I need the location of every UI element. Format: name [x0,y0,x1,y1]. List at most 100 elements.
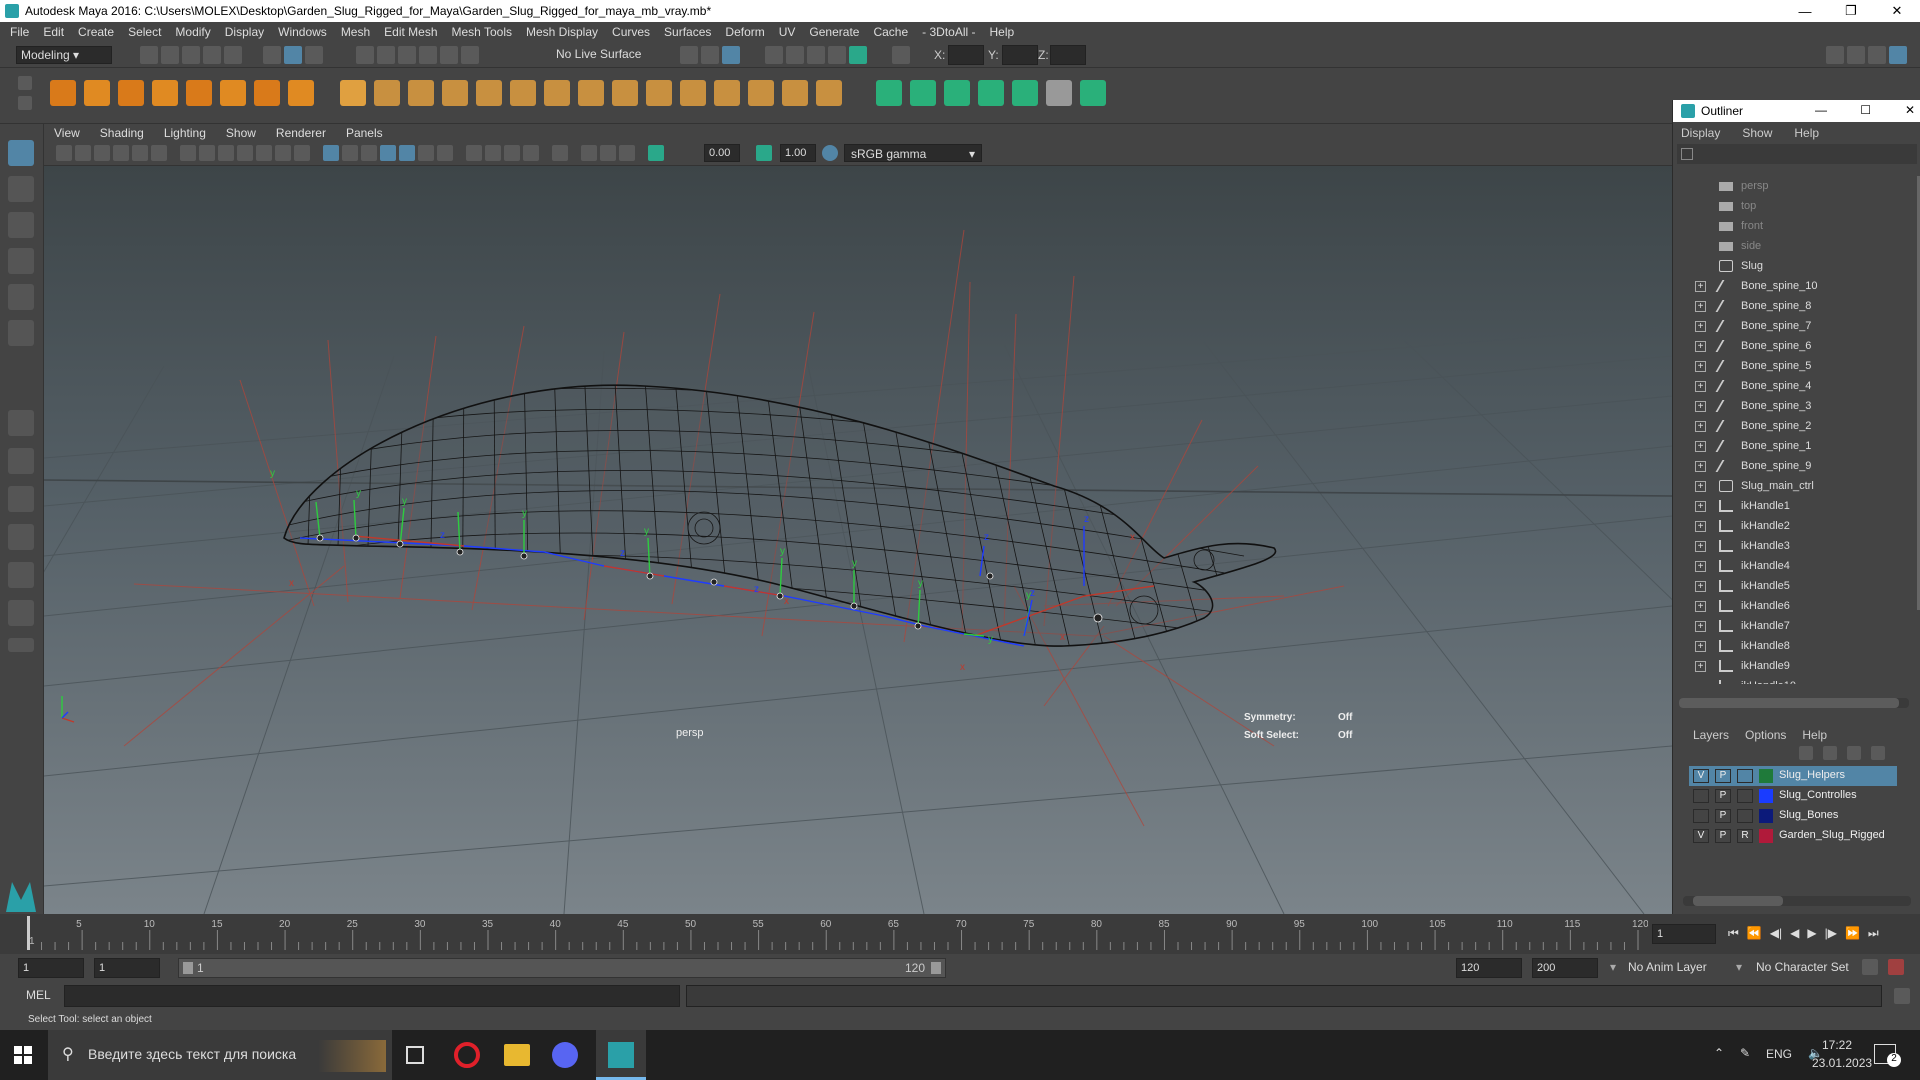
outliner-search-bar[interactable] [1677,144,1917,164]
xray-joints-icon[interactable] [619,145,635,161]
outliner-item[interactable]: + ikHandle7 [1673,616,1911,636]
gamma-icon[interactable] [756,145,772,161]
outliner-item[interactable]: + ikHandle3 [1673,536,1911,556]
poly-cone-icon[interactable] [152,80,178,106]
outliner-item[interactable]: + ikHandle6 [1673,596,1911,616]
merge-icon[interactable] [646,80,672,106]
shelf-menu-icon[interactable] [18,76,32,90]
render-view-icon[interactable] [786,46,804,64]
poly-pyramid-icon[interactable] [254,80,280,106]
outliner-item[interactable]: top [1673,196,1911,216]
select-object-icon[interactable] [284,46,302,64]
outliner-item[interactable]: + Slug_main_ctrl [1673,476,1911,496]
expand-icon[interactable]: + [1695,320,1706,332]
viewport-canvas[interactable]: yyyyyyyyyy zzzzzz xxxxx [44,166,1672,914]
outliner-item[interactable]: + ikHandle4 [1673,556,1911,576]
current-frame-field[interactable]: 1 [1652,924,1716,944]
expand-icon[interactable]: + [1695,460,1706,472]
expand-icon[interactable]: + [1695,660,1706,672]
layer-visibility-toggle[interactable] [1693,789,1709,803]
layer-color-swatch[interactable] [1759,769,1773,783]
poly-sphere-icon[interactable] [50,80,76,106]
poly-pipe-icon[interactable] [288,80,314,106]
uv-editor-icon[interactable] [1012,80,1038,106]
exposure-field[interactable]: 0.00 [704,144,740,162]
modeling-toolkit-icon[interactable] [1826,46,1844,64]
outliner-item[interactable]: ikHandle10 [1673,676,1911,684]
new-layer-selected-icon[interactable] [1871,746,1885,760]
layer-visibility-toggle[interactable] [1693,809,1709,823]
clock-date[interactable]: 23.01.2023 [1812,1056,1872,1070]
menu-select[interactable]: Select [128,25,161,39]
view-transform-dropdown[interactable]: sRGB gamma ▾ [844,144,982,162]
outliner-close-icon[interactable]: ✕ [1905,103,1915,117]
camera-attributes-icon[interactable] [75,145,91,161]
vp-menu-view[interactable]: View [54,126,80,140]
step-forward-frame-icon[interactable]: |▶ [1825,926,1837,941]
menu-cache[interactable]: Cache [873,25,908,39]
windows-start-icon[interactable] [14,1046,32,1064]
outliner-item[interactable]: + Bone_spine_2 [1673,416,1911,436]
layer-visibility-toggle[interactable]: V [1693,829,1709,843]
character-set-dropdown-arrow[interactable]: ▾ [1736,960,1742,974]
opera-icon[interactable] [454,1042,480,1068]
vp-menu-lighting[interactable]: Lighting [164,126,206,140]
language-indicator[interactable]: ENG [1766,1047,1792,1061]
outliner-item[interactable]: front [1673,216,1911,236]
expand-icon[interactable]: + [1695,620,1706,632]
outliner-item[interactable]: + ikHandle5 [1673,576,1911,596]
select-hierarchy-icon[interactable] [263,46,281,64]
hypershade-layout-icon[interactable] [8,562,34,588]
menu-curves[interactable]: Curves [612,25,650,39]
expand-icon[interactable]: + [1695,360,1706,372]
step-back-key-icon[interactable]: ⏪ [1747,926,1762,941]
go-to-start-icon[interactable]: ⏮ [1728,926,1739,941]
rotate-tool-icon[interactable] [8,284,34,310]
xray-active-icon[interactable] [600,145,616,161]
isolate-select-icon[interactable] [552,145,568,161]
script-editor-icon[interactable] [1894,988,1910,1004]
open-scene-icon[interactable] [161,46,179,64]
layer-row[interactable]: P Slug_Bones [1689,806,1897,826]
notifications-icon[interactable]: 2 [1874,1044,1901,1067]
step-back-frame-icon[interactable]: ◀| [1770,926,1782,941]
multi-cut-icon[interactable] [714,80,740,106]
vp-menu-shading[interactable]: Shading [100,126,144,140]
input-ops-icon[interactable] [680,46,698,64]
menu-file[interactable]: File [10,25,29,39]
menu-help[interactable]: Help [990,25,1015,39]
poly-cube-icon[interactable] [84,80,110,106]
close-icon[interactable]: ✕ [1874,0,1920,22]
layer-playback-toggle[interactable]: P [1715,809,1731,823]
menu-uv[interactable]: UV [779,25,796,39]
menu-modify[interactable]: Modify [175,25,210,39]
vp-menu-renderer[interactable]: Renderer [276,126,326,140]
expand-icon[interactable]: + [1695,560,1706,572]
motion-blur-icon[interactable] [485,145,501,161]
menu-mesh-tools[interactable]: Mesh Tools [452,25,512,39]
safe-action-icon[interactable] [275,145,291,161]
insert-edge-loop-icon[interactable] [680,80,706,106]
time-ruler[interactable]: 1 5 10 15 20 25 30 35 40 45 50 55 60 65 70 75 80 85 90 95 10… [24,916,1649,950]
anim-layer-dropdown[interactable]: No Anim Layer [1628,960,1707,974]
render-settings-icon[interactable] [828,46,846,64]
gate-mask-icon[interactable] [237,145,253,161]
playback-end-field[interactable]: 120 [1456,958,1522,978]
taskbar-search-box[interactable]: ⚲ Введите здесь текст для поиска [48,1030,392,1080]
perspective-viewport[interactable]: yyyyyyyyyy zzzzzz xxxxx persp Symmetry: … [44,166,1672,914]
outliner-minimize-icon[interactable]: — [1815,103,1827,117]
transform-constraint-icon[interactable] [892,46,910,64]
outliner-item[interactable]: + Bone_spine_8 [1673,296,1911,316]
poly-cylinder-icon[interactable] [118,80,144,106]
scale-tool-icon[interactable] [8,320,34,346]
uv-automatic-icon[interactable] [978,80,1004,106]
outliner-item[interactable]: + Bone_spine_5 [1673,356,1911,376]
wireframe-on-shaded-icon[interactable] [380,145,396,161]
menu-mesh-display[interactable]: Mesh Display [526,25,598,39]
anim-start-field[interactable]: 1 [18,958,84,978]
range-slider-bar[interactable]: 1 120 [178,958,946,978]
expand-icon[interactable]: + [1695,480,1706,492]
fill-hole-icon[interactable] [782,80,808,106]
outliner-item[interactable]: + Bone_spine_7 [1673,316,1911,336]
script-layout-icon[interactable] [8,600,34,626]
